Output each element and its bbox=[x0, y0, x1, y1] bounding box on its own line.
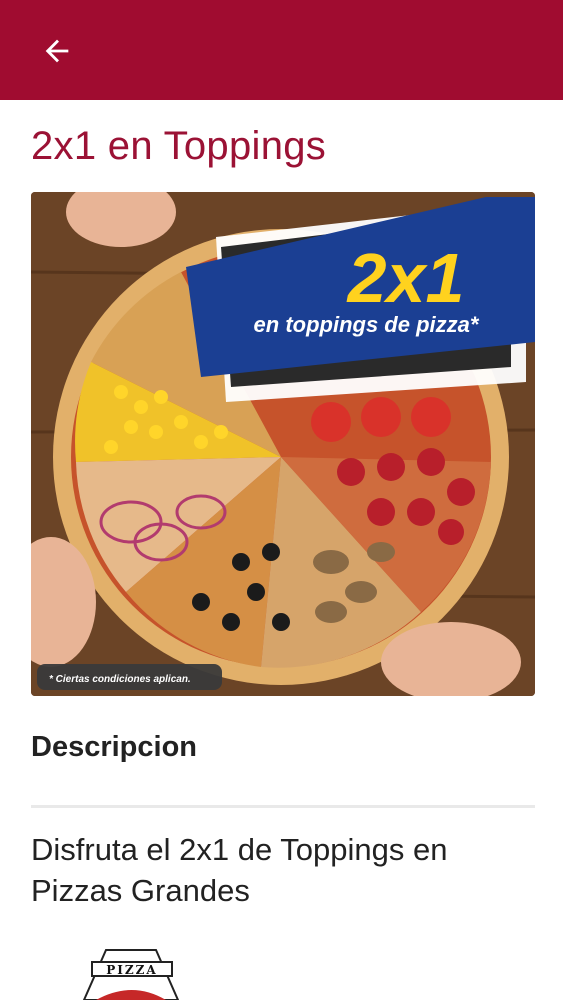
promo-headline: 2x1 bbox=[346, 239, 465, 317]
app-bar bbox=[0, 0, 563, 100]
logo-text: PIZZA bbox=[106, 963, 157, 977]
arrow-left-icon bbox=[45, 39, 69, 63]
promo-disclaimer: * Ciertas condiciones aplican. bbox=[49, 674, 191, 685]
divider bbox=[31, 805, 535, 808]
promo-image: 2x1 en toppings de pizza* * Ciertas cond… bbox=[31, 192, 535, 696]
page-title: 2x1 en Toppings bbox=[31, 124, 327, 168]
description-text: Disfruta el 2x1 de Toppings en Pizzas Gr… bbox=[31, 832, 448, 908]
restaurant-logo: PIZZA bbox=[66, 940, 196, 1000]
back-button[interactable] bbox=[28, 22, 86, 80]
description-label: Descripcion bbox=[31, 731, 197, 763]
promo-subline: en toppings de pizza* bbox=[254, 312, 480, 337]
